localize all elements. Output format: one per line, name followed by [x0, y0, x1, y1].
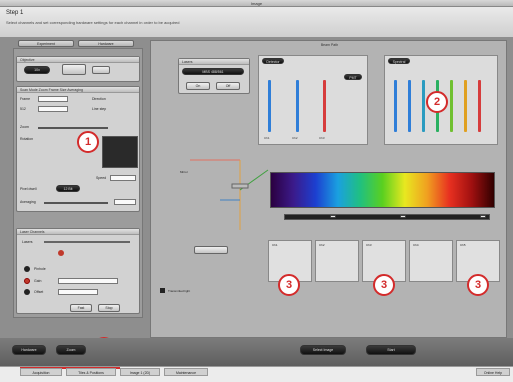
spectral-ch2-slider[interactable]	[408, 80, 411, 132]
laser-box-title: Lasers	[179, 59, 249, 65]
frame-size-field[interactable]	[38, 106, 68, 112]
spectral-ch3-slider[interactable]	[422, 80, 425, 132]
dichroic-mirror[interactable]	[231, 183, 249, 189]
window-title: Image	[250, 1, 263, 6]
range-handle-2[interactable]	[400, 215, 406, 218]
objective-panel-header: Objective	[17, 57, 139, 63]
callout-marker-3a: 3	[278, 274, 300, 296]
pmt-ch2-slider[interactable]	[296, 80, 299, 132]
zoom-label: Zoom	[20, 125, 29, 129]
tab-hardware[interactable]: Hardware	[78, 40, 134, 47]
averaging-field[interactable]	[114, 199, 136, 205]
objective-option-button[interactable]	[92, 66, 110, 74]
laser-power-slider[interactable]	[44, 241, 130, 243]
averaging-slider[interactable]	[44, 202, 108, 204]
pinhole-label: Pinhole	[34, 267, 46, 271]
direction-label: Direction	[92, 97, 106, 101]
status-tab-tiles[interactable]: Tiles & Positions	[66, 368, 116, 376]
filter-select[interactable]	[194, 246, 228, 254]
channel-3-label: Ch3	[366, 243, 372, 247]
status-tab-acquisition[interactable]: Acquisition	[20, 368, 62, 376]
gain-field[interactable]	[58, 278, 118, 284]
spectral-ch5-slider[interactable]	[450, 80, 453, 132]
spectrum-range-bar[interactable]	[284, 214, 490, 220]
channel-4-label: Ch4	[413, 243, 419, 247]
averaging-label: Averaging	[20, 200, 36, 204]
step-title: Step 1	[6, 10, 24, 16]
callout-marker-3b: 3	[373, 274, 395, 296]
speed-label: Speed	[96, 176, 107, 180]
range-handle-1[interactable]	[330, 215, 336, 218]
callout-marker-1: 1	[77, 131, 99, 153]
select-image-button[interactable]: Select Image	[300, 345, 346, 355]
channel-2-label: Ch2	[319, 243, 325, 247]
hardware-button[interactable]: Hardware	[12, 345, 46, 355]
detector-pmt-panel	[258, 55, 368, 145]
spectral-ch6-slider[interactable]	[464, 80, 467, 132]
tab-experiment[interactable]: Experiment	[18, 40, 74, 47]
gain-radio[interactable]	[24, 278, 30, 284]
offset-label: Offset	[34, 290, 44, 294]
status-tab-maintenance[interactable]: Maintenance	[164, 368, 208, 376]
pmt-ch3-slider[interactable]	[323, 80, 326, 132]
start-button[interactable]: Start	[366, 345, 416, 355]
laser-select[interactable]: MBS 488/561	[182, 68, 244, 75]
offset-field[interactable]	[58, 289, 98, 295]
transmitted-light-checkbox[interactable]	[160, 288, 165, 293]
rotation-grid[interactable]	[102, 136, 138, 168]
channel-1-label: Ch1	[272, 243, 278, 247]
gain-label: Gain	[34, 279, 42, 283]
spectral-ch7-slider[interactable]	[478, 80, 481, 132]
bit-depth-select[interactable]: 12 Bit	[56, 185, 80, 192]
lasers-label: Lasers	[22, 240, 33, 244]
channel-5-label: Ch5	[460, 243, 466, 247]
transmitted-light-label: Transmitted light	[168, 289, 191, 293]
status-tab-image[interactable]: Image 1 (2D)	[120, 368, 160, 376]
scan-mode-field[interactable]	[38, 96, 68, 102]
detector-spectral-title[interactable]: Spectral	[388, 58, 410, 64]
scan-mode-panel-header: Scan Mode Zoom Frame Size Averaging	[17, 87, 139, 93]
objective-select[interactable]: 10x	[24, 66, 50, 74]
laser-channel-panel-header: Laser Channels	[17, 229, 139, 235]
beam-path-diagram	[190, 159, 269, 230]
window-title-bar: Image	[0, 0, 513, 7]
pmt-ch3-label: Ch3	[319, 136, 325, 140]
emission-spectrum[interactable]	[270, 172, 495, 208]
detector-pmt-title[interactable]: Detector	[262, 58, 284, 64]
laser-on-button[interactable]: On	[186, 82, 210, 90]
line-step-label: Line step	[92, 107, 107, 111]
filter-label: Mirror	[180, 170, 188, 174]
laser-off-button[interactable]: Off	[216, 82, 240, 90]
zoom-slider[interactable]	[38, 127, 108, 129]
offset-radio[interactable]	[24, 289, 30, 295]
range-handle-3[interactable]	[480, 215, 486, 218]
callout-marker-3c: 3	[467, 274, 489, 296]
scan-mode-label: Frame	[20, 97, 31, 101]
step-description: Select channels and set corresponding ha…	[6, 20, 180, 25]
beam-path-title: Beam Path	[320, 43, 339, 47]
online-help-button[interactable]: Online Help	[476, 368, 510, 376]
pmt-ch2-label: Ch2	[292, 136, 298, 140]
rotation-label: Rotation	[20, 137, 34, 141]
pmt-ch1-slider[interactable]	[268, 80, 271, 132]
pinhole-radio[interactable]	[24, 266, 30, 272]
objective-preview	[62, 64, 86, 75]
pixel-dwell-label: Pixel dwell	[20, 187, 37, 191]
laser-on-indicator[interactable]	[58, 250, 64, 256]
frame-size-label: 512	[20, 107, 26, 111]
callout-marker-2: 2	[426, 91, 448, 113]
fast-button[interactable]: Fast	[70, 304, 92, 312]
detector-pmt-select[interactable]: PMT	[344, 74, 362, 80]
speed-field[interactable]	[110, 175, 136, 181]
stop-button[interactable]: Stop	[98, 304, 120, 312]
zoom-button[interactable]: Zoom	[56, 345, 86, 355]
spectral-ch1-slider[interactable]	[394, 80, 397, 132]
